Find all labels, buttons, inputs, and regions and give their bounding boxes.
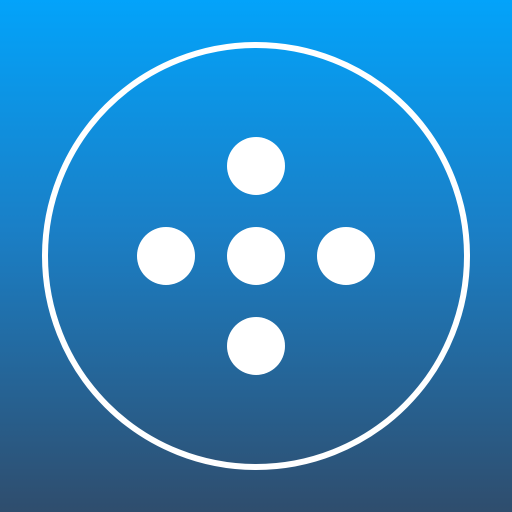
dot-top: [227, 137, 285, 195]
dot-right: [317, 227, 375, 285]
app-icon: [0, 0, 512, 512]
dot-bottom: [227, 317, 285, 375]
dot-center: [227, 227, 285, 285]
app-glyph: [42, 42, 470, 470]
dot-left: [137, 227, 195, 285]
